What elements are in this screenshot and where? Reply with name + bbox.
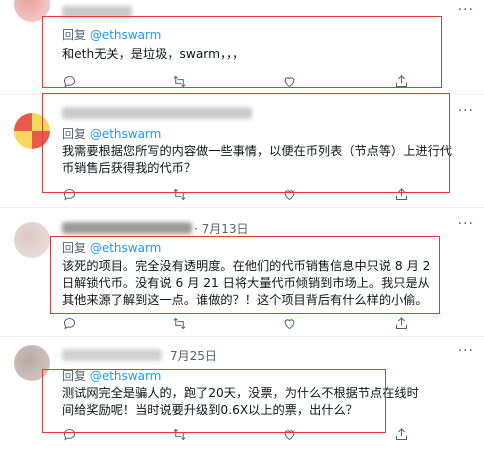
highlight-box	[42, 369, 386, 433]
author-name[interactable]	[62, 222, 192, 234]
share-icon[interactable]	[394, 427, 410, 443]
avatar[interactable]	[14, 222, 50, 258]
highlight-box	[42, 93, 450, 193]
retweet-icon[interactable]	[172, 316, 188, 332]
more-icon[interactable]: ···	[458, 103, 474, 119]
tweet-actions	[62, 316, 432, 332]
share-icon[interactable]	[394, 316, 410, 332]
tweet-date[interactable]: 7月25日	[170, 347, 217, 364]
tweet-date[interactable]: · 7月13日	[194, 220, 249, 237]
reply-icon[interactable]	[62, 316, 78, 332]
more-icon[interactable]: ···	[458, 343, 474, 359]
highlight-box	[50, 236, 440, 314]
author-name[interactable]	[62, 349, 162, 361]
more-icon[interactable]: ···	[458, 216, 474, 232]
highlight-box	[42, 16, 442, 88]
more-icon[interactable]: ···	[458, 2, 474, 18]
like-icon[interactable]	[282, 316, 298, 332]
